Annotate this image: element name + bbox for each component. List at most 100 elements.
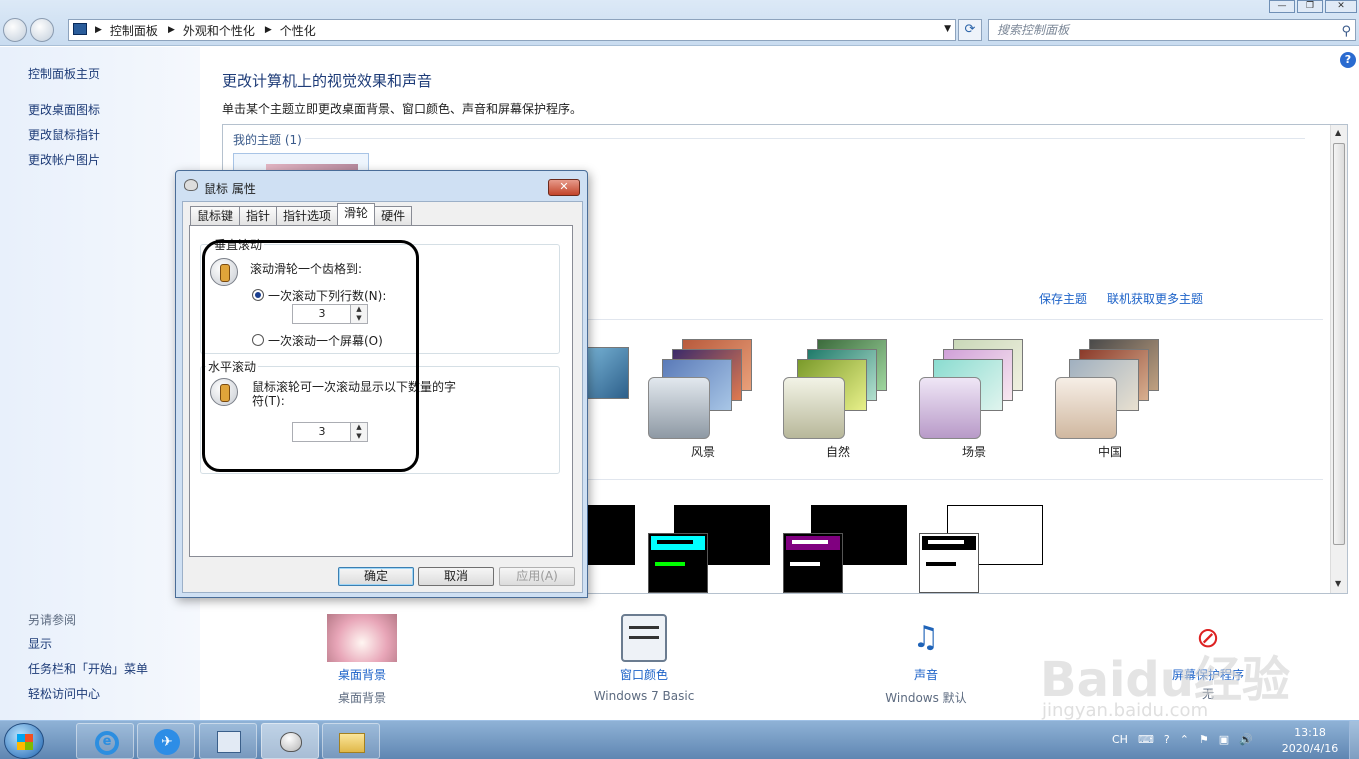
ie-icon: e [95, 731, 119, 755]
control-panel-icon [73, 23, 87, 35]
nav-ease-of-access[interactable]: 轻松访问中心 [28, 685, 100, 702]
desktop-background-item[interactable]: 桌面背景 桌面背景 [272, 614, 452, 706]
tab-pointers[interactable]: 指针 [239, 206, 278, 225]
bird-icon: ✈ [154, 729, 180, 755]
flag-icon[interactable]: ⚑ [1199, 733, 1209, 746]
breadcrumb-appearance[interactable]: 外观和个性化 [183, 22, 255, 39]
window-color-label[interactable]: 窗口颜色 [554, 666, 734, 683]
page-subtitle: 单击某个主题立即更改桌面背景、窗口颜色、声音和屏幕保护程序。 [222, 102, 583, 116]
nav-change-account-picture[interactable]: 更改帐户图片 [28, 151, 100, 168]
desktop-background-label[interactable]: 桌面背景 [272, 666, 452, 683]
refresh-button[interactable]: ⟳ [958, 19, 982, 41]
taskbar-messenger[interactable]: ✈ [137, 723, 195, 759]
radio-scroll-lines-label[interactable]: 一次滚动下列行数(N): [268, 287, 386, 304]
lines-value[interactable]: 3 [293, 305, 351, 323]
search-input[interactable]: 搜索控制面板 ⚲ [988, 19, 1356, 41]
language-indicator[interactable]: CH [1112, 733, 1128, 746]
theme-label: 中国 [1097, 445, 1122, 459]
chevron-up-icon[interactable]: ⌃ [1180, 733, 1189, 746]
divider [583, 319, 1323, 320]
wheel-icon [210, 258, 238, 286]
back-button[interactable] [3, 18, 27, 42]
scrollbar-thumb[interactable] [1333, 143, 1345, 545]
vertical-scroll-title: 垂直滚动 [212, 236, 265, 253]
save-theme-link[interactable]: 保存主题 [1039, 290, 1087, 307]
network-icon[interactable]: ▣ [1219, 733, 1229, 746]
mouse-icon [184, 179, 198, 191]
taskbar-mouse[interactable] [261, 723, 319, 759]
dialog-tabs: 鼠标键 指针 指针选项 滑轮 硬件 [190, 203, 413, 225]
breadcrumb-arrow-icon: ▶ [95, 25, 102, 35]
nav-change-desktop-icons[interactable]: 更改桌面图标 [28, 101, 100, 118]
ok-button[interactable]: 确定 [338, 567, 414, 586]
nav-control-panel-home[interactable]: 控制面板主页 [28, 65, 100, 82]
address-bar[interactable]: ▶ 控制面板 ▶ 外观和个性化 ▶ 个性化 ▼ [68, 19, 956, 41]
show-desktop-button[interactable] [1349, 721, 1359, 759]
tab-pointer-options[interactable]: 指针选项 [276, 206, 339, 225]
spinner-arrows-icon[interactable]: ▲ ▼ [350, 423, 367, 441]
breadcrumb-control-panel[interactable]: 控制面板 [110, 22, 158, 39]
nav-display[interactable]: 显示 [28, 635, 52, 652]
music-note-icon: ♫ [912, 620, 940, 655]
taskbar-explorer[interactable] [322, 723, 380, 759]
help-tray-icon[interactable]: ? [1164, 733, 1170, 746]
maximize-button[interactable]: ❐ [1297, 0, 1323, 13]
sounds-value: Windows 默认 [885, 691, 967, 705]
cancel-button[interactable]: 取消 [418, 567, 494, 586]
breadcrumb-arrow-icon: ▶ [167, 25, 175, 35]
forward-button[interactable] [30, 18, 54, 42]
theme-item-china[interactable]: 中国 [1055, 339, 1185, 459]
tab-wheel[interactable]: 滑轮 [337, 203, 376, 225]
chars-value[interactable]: 3 [293, 423, 351, 441]
date: 2020/4/16 [1281, 742, 1339, 755]
wheel-tab-panel: 垂直滚动 滚动滑轮一个齿格到: 一次滚动下列行数(N): 3 ▲ ▼ 一次滚动一个… [189, 225, 573, 557]
close-button[interactable]: ✕ [1325, 0, 1357, 13]
tab-hardware[interactable]: 硬件 [374, 206, 413, 225]
desktop-background-value: 桌面背景 [337, 691, 386, 705]
get-more-themes-link[interactable]: 联机获取更多主题 [1107, 290, 1203, 307]
nav-taskbar-start-menu[interactable]: 任务栏和「开始」菜单 [28, 660, 148, 677]
time: 13:18 [1294, 726, 1326, 739]
explorer-toolbar: ▶ 控制面板 ▶ 外观和个性化 ▶ 个性化 ▼ ⟳ 搜索控制面板 ⚲ — ❐ ✕ [0, 0, 1359, 46]
sounds-label[interactable]: 声音 [836, 666, 1016, 683]
nav-change-mouse-pointers[interactable]: 更改鼠标指针 [28, 126, 100, 143]
theme-item-landscape[interactable]: 风景 [648, 339, 778, 459]
sounds-item[interactable]: ♫ 声音 Windows 默认 [836, 614, 1016, 706]
window-color-item[interactable]: 窗口颜色 Windows 7 Basic [554, 614, 734, 703]
chevron-down-icon[interactable]: ▼ [944, 24, 951, 34]
theme-item-nature[interactable]: 自然 [783, 339, 913, 459]
keyboard-icon[interactable]: ⌨ [1138, 733, 1154, 746]
lines-spinner[interactable]: 3 ▲ ▼ [292, 304, 368, 324]
mouse-icon [280, 732, 302, 752]
chars-spinner[interactable]: 3 ▲ ▼ [292, 422, 368, 442]
radio-scroll-screen-label[interactable]: 一次滚动一个屏幕(O) [268, 332, 383, 349]
radio-scroll-lines[interactable] [252, 289, 264, 301]
search-icon[interactable]: ⚲ [1341, 22, 1351, 42]
dialog-close-button[interactable]: ✕ [548, 179, 580, 196]
breadcrumb-personalization[interactable]: 个性化 [280, 22, 316, 39]
tab-buttons[interactable]: 鼠标键 [190, 206, 241, 225]
theme-label: 风景 [690, 445, 715, 459]
wheel-icon [210, 378, 238, 406]
taskbar-ie[interactable]: e [76, 723, 134, 759]
my-themes-heading: 我的主题 (1) [233, 133, 302, 147]
dialog-body: 鼠标键 指针 指针选项 滑轮 硬件 垂直滚动 滚动滑轮一个齿格到: 一次滚动下列… [182, 201, 583, 593]
minimize-button[interactable]: — [1269, 0, 1295, 13]
apply-button[interactable]: 应用(A) [499, 567, 575, 586]
help-icon[interactable]: ? [1340, 52, 1356, 68]
theme-item-scene[interactable]: 场景 [919, 339, 1049, 459]
clock[interactable]: 13:18 2020/4/16 [1270, 725, 1350, 757]
system-tray: CH ⌨ ? ⌃ ⚑ ▣ 🔊 [1112, 733, 1263, 746]
start-button[interactable] [4, 723, 44, 759]
horizontal-scroll-title: 水平滚动 [206, 358, 259, 375]
divider [583, 479, 1323, 480]
spinner-arrows-icon[interactable]: ▲ ▼ [350, 305, 367, 323]
taskbar: e ✈ CH ⌨ ? ⌃ ⚑ ▣ 🔊 13:18 2020/4/16 [0, 720, 1359, 759]
control-panel-icon [217, 731, 241, 753]
taskbar-control-panel[interactable] [199, 723, 257, 759]
window-controls: — ❐ ✕ [1267, 0, 1357, 13]
theme-scrollbar[interactable]: ▲ ▼ [1330, 125, 1347, 593]
volume-icon[interactable]: 🔊 [1239, 733, 1253, 746]
divider [305, 138, 1305, 139]
radio-scroll-screen[interactable] [252, 334, 264, 346]
